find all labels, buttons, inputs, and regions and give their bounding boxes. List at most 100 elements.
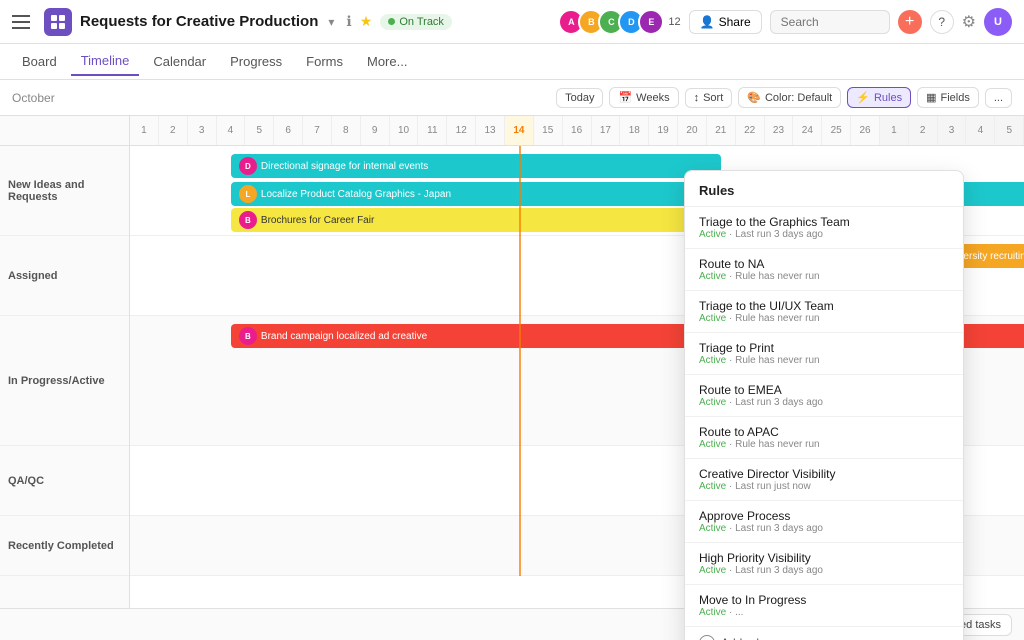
project-title: Requests for Creative Production: [80, 13, 318, 30]
date-9: 9: [361, 116, 390, 145]
rule-high-priority[interactable]: High Priority Visibility Active · Last r…: [685, 543, 963, 585]
rule-route-apac[interactable]: Route to APAC Active · Rule has never ru…: [685, 417, 963, 459]
header-right: A B C D E 12 👤 Share + ? ⚙ U: [558, 8, 1012, 36]
rule-route-emea[interactable]: Route to EMEA Active · Last run 3 days a…: [685, 375, 963, 417]
fields-icon: ▦: [926, 91, 936, 104]
nav-progress[interactable]: Progress: [220, 48, 292, 75]
nav-timeline[interactable]: Timeline: [71, 47, 140, 76]
date-6: 6: [274, 116, 303, 145]
row-label-new-ideas: New Ideas and Requests: [0, 146, 129, 236]
search-input[interactable]: [770, 10, 890, 34]
bar-directional-signage[interactable]: D Directional signage for internal event…: [231, 154, 721, 178]
date-13: 13: [476, 116, 505, 145]
color-icon: 🎨: [747, 91, 761, 104]
row-label-assigned: Assigned: [0, 236, 129, 316]
bar-label: Directional signage for internal events: [261, 161, 428, 172]
rules-button[interactable]: ⚡ Rules: [847, 87, 911, 108]
date-14: 14: [505, 116, 534, 145]
sort-button[interactable]: ↕ Sort: [685, 88, 733, 108]
date-11: 11: [418, 116, 447, 145]
avatar: E: [638, 9, 664, 35]
date-header: 1 2 3 4 5 6 7 8 9 10 11 12 13 14 15 16 1…: [130, 116, 1024, 146]
status-label: On Track: [399, 16, 444, 28]
rule-approve-process[interactable]: Approve Process Active · Last run 3 days…: [685, 501, 963, 543]
avatar: D: [239, 157, 257, 175]
nav-forms[interactable]: Forms: [296, 48, 353, 75]
status-dot: [388, 18, 395, 25]
status-badge[interactable]: On Track: [380, 14, 452, 30]
date-20: 20: [678, 116, 707, 145]
row-label-in-progress: In Progress/Active: [0, 316, 129, 446]
header-icons: ℹ ★ On Track: [346, 13, 452, 30]
add-button[interactable]: +: [898, 10, 922, 34]
date-10: 10: [390, 116, 419, 145]
rule-triage-print[interactable]: Triage to Print Active · Rule has never …: [685, 333, 963, 375]
plus-icon: +: [699, 635, 715, 640]
avatar: L: [239, 185, 257, 203]
app-icon: [44, 8, 72, 36]
share-button[interactable]: 👤 Share: [689, 10, 762, 34]
date-26: 26: [851, 116, 880, 145]
date-4: 4: [217, 116, 246, 145]
date-17: 17: [592, 116, 621, 145]
date-1: 1: [130, 116, 159, 145]
bar-label: Brand campaign localized ad creative: [261, 331, 427, 342]
header: Requests for Creative Production ▾ ℹ ★ O…: [0, 0, 1024, 44]
date-2: 2: [159, 116, 188, 145]
rule-triage-uiux[interactable]: Triage to the UI/UX Team Active · Rule h…: [685, 291, 963, 333]
nav-calendar[interactable]: Calendar: [143, 48, 216, 75]
timeline-container: New Ideas and Requests Assigned In Progr…: [0, 116, 1024, 640]
avatar: B: [239, 211, 257, 229]
user-avatar[interactable]: U: [984, 8, 1012, 36]
date-7: 7: [303, 116, 332, 145]
help-button[interactable]: ?: [930, 10, 954, 34]
row-label-header: [0, 116, 129, 146]
avatar: B: [239, 327, 257, 345]
rule-creative-director[interactable]: Creative Director Visibility Active · La…: [685, 459, 963, 501]
hamburger-menu[interactable]: [12, 10, 36, 34]
share-icon: 👤: [700, 15, 715, 29]
nav-board[interactable]: Board: [12, 48, 67, 75]
today-button[interactable]: Today: [556, 88, 603, 108]
settings-icon[interactable]: ⚙: [962, 12, 976, 32]
date-30: 4: [966, 116, 995, 145]
nav: Board Timeline Calendar Progress Forms M…: [0, 44, 1024, 80]
bar-label: Localize Product Catalog Graphics - Japa…: [261, 189, 451, 200]
date-22: 22: [736, 116, 765, 145]
date-25: 25: [822, 116, 851, 145]
rules-panel-header: Rules: [685, 171, 963, 207]
date-27: 1: [880, 116, 909, 145]
rule-move-in-progress[interactable]: Move to In Progress Active · ...: [685, 585, 963, 627]
date-5: 5: [245, 116, 274, 145]
chevron-down-icon[interactable]: ▾: [328, 15, 334, 29]
add-rule-button[interactable]: + Add rule: [685, 627, 963, 640]
avatar-count: 12: [668, 16, 680, 28]
bar-label: Brochures for Career Fair: [261, 215, 374, 226]
date-16: 16: [563, 116, 592, 145]
calendar-icon: 📅: [618, 91, 632, 104]
bar-brochures[interactable]: B Brochures for Career Fair: [231, 208, 750, 232]
today-line: [519, 146, 521, 576]
weeks-button[interactable]: 📅 Weeks: [609, 87, 678, 108]
rules-icon: ⚡: [856, 91, 870, 104]
rules-panel: Rules Triage to the Graphics Team Active…: [684, 170, 964, 640]
star-icon[interactable]: ★: [360, 13, 373, 30]
date-12: 12: [447, 116, 476, 145]
rule-route-na[interactable]: Route to NA Active · Rule has never run: [685, 249, 963, 291]
sort-icon: ↕: [694, 92, 700, 104]
date-21: 21: [707, 116, 736, 145]
date-23: 23: [765, 116, 794, 145]
nav-more[interactable]: More...: [357, 48, 417, 75]
date-24: 24: [793, 116, 822, 145]
add-rule-label: Add rule: [721, 636, 766, 640]
fields-button[interactable]: ▦ Fields: [917, 87, 979, 108]
info-icon[interactable]: ℹ: [346, 13, 351, 30]
date-15: 15: [534, 116, 563, 145]
date-19: 19: [649, 116, 678, 145]
more-options-button[interactable]: ...: [985, 88, 1012, 108]
date-29: 3: [938, 116, 967, 145]
rule-triage-graphics[interactable]: Triage to the Graphics Team Active · Las…: [685, 207, 963, 249]
date-18: 18: [620, 116, 649, 145]
color-button[interactable]: 🎨 Color: Default: [738, 87, 841, 108]
date-31: 5: [995, 116, 1024, 145]
